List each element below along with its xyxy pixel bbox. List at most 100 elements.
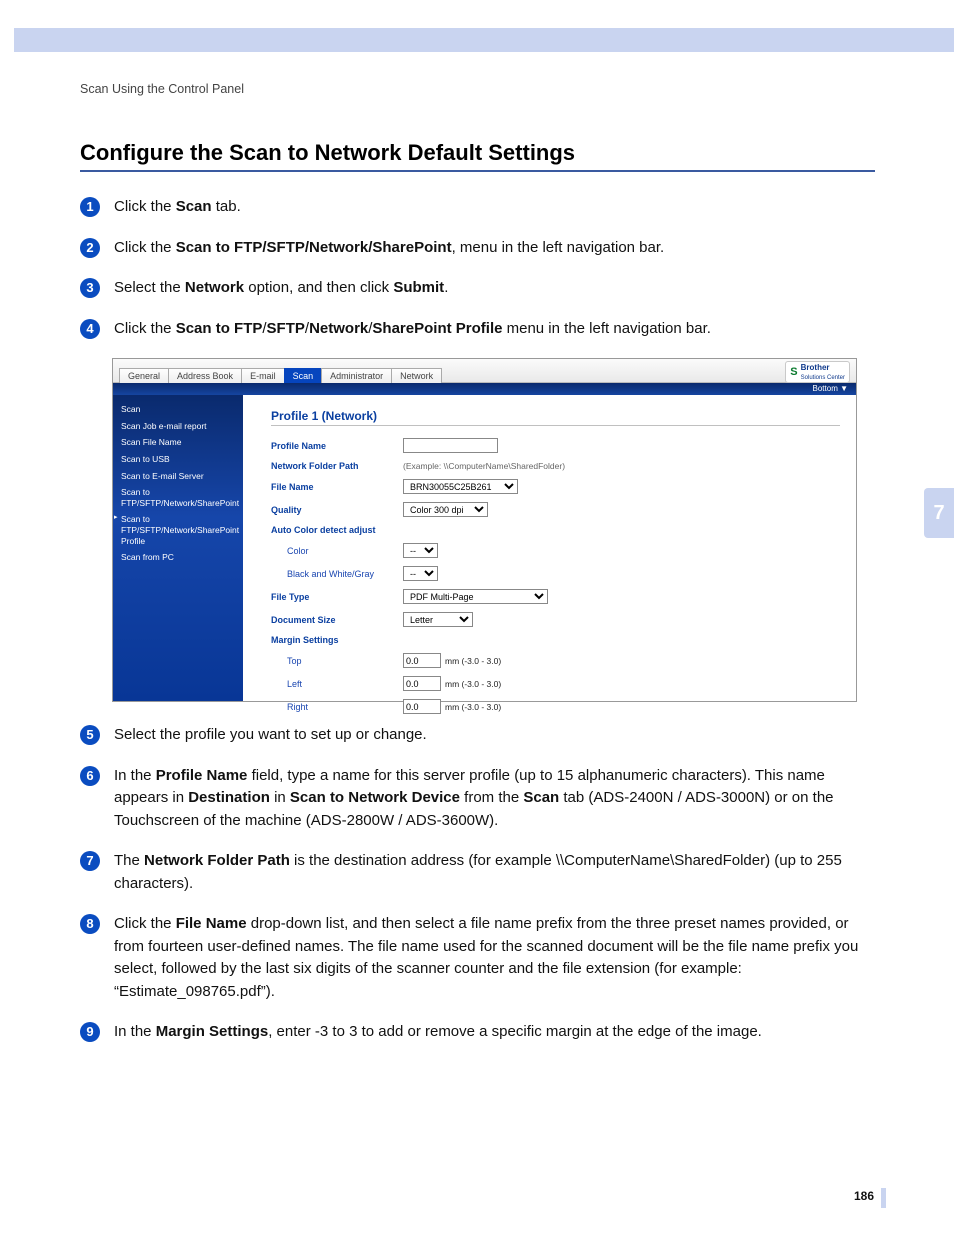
select-doc-size[interactable]: Letter bbox=[403, 612, 473, 627]
s6e: in bbox=[270, 789, 290, 806]
panel-tabs: General Address Book E-mail Scan Adminis… bbox=[113, 359, 856, 383]
step-2-text-b: , menu in the left navigation bar. bbox=[452, 239, 665, 256]
s6a: In the bbox=[114, 767, 156, 784]
sidenav-filename[interactable]: Scan File Name bbox=[117, 434, 239, 451]
page: 7 Scan Using the Control Panel Configure… bbox=[0, 0, 954, 1235]
unit-margin-top: mm (-3.0 - 3.0) bbox=[445, 656, 501, 666]
step-3: 3 Select the Network option, and then cl… bbox=[80, 277, 875, 300]
brother-logo-sub: Solutions Center bbox=[801, 375, 845, 381]
sidenav-pc[interactable]: Scan from PC bbox=[117, 549, 239, 566]
step-1-text-b: tab. bbox=[212, 198, 241, 215]
step-4-b4: SharePoint Profile bbox=[372, 320, 502, 337]
sidenav-ftp-profile[interactable]: Scan to FTP/SFTP/Network/SharePoint Prof… bbox=[117, 511, 239, 549]
label-quality: Quality bbox=[271, 505, 403, 515]
label-autocolor-bw: Black and White/Gray bbox=[271, 569, 403, 579]
step-bullet-2: 2 bbox=[80, 238, 100, 258]
step-4-post: menu in the left navigation bar. bbox=[502, 320, 710, 337]
select-autocolor-color[interactable]: -- bbox=[403, 543, 438, 558]
s6b: Profile Name bbox=[156, 767, 248, 784]
step-1-text-a: Click the bbox=[114, 198, 176, 215]
step-3-mid: option, and then click bbox=[244, 279, 393, 296]
brother-logo[interactable]: S Brother Solutions Center bbox=[785, 361, 850, 383]
panel-tab-general[interactable]: General bbox=[119, 368, 169, 383]
panel-tab-email[interactable]: E-mail bbox=[241, 368, 285, 383]
step-3-b1: Network bbox=[185, 279, 244, 296]
step-9: 9 In the Margin Settings, enter -3 to 3 … bbox=[80, 1021, 875, 1044]
page-number: 186 bbox=[854, 1189, 874, 1203]
title-rule bbox=[80, 170, 875, 172]
select-quality[interactable]: Color 300 dpi bbox=[403, 502, 488, 517]
panel-bottom-bar: Bottom ▼ bbox=[113, 383, 856, 395]
step-bullet-4: 4 bbox=[80, 319, 100, 339]
label-margin: Margin Settings bbox=[271, 635, 403, 645]
step-3-b2: Submit bbox=[393, 279, 444, 296]
sidenav-email[interactable]: Scan to E-mail Server bbox=[117, 468, 239, 485]
label-margin-right: Right bbox=[271, 702, 403, 712]
panel-tab-scan[interactable]: Scan bbox=[284, 368, 323, 383]
step-bullet-1: 1 bbox=[80, 197, 100, 217]
s7a: The bbox=[114, 852, 144, 869]
select-autocolor-bw[interactable]: -- bbox=[403, 566, 438, 581]
sidenav-scanjob[interactable]: Scan Job e-mail report bbox=[117, 418, 239, 435]
input-profile-name[interactable] bbox=[403, 438, 498, 453]
label-margin-top: Top bbox=[271, 656, 403, 666]
s9a: In the bbox=[114, 1023, 156, 1040]
label-doc-size: Document Size bbox=[271, 615, 403, 625]
s6d: Destination bbox=[188, 789, 270, 806]
s6g: from the bbox=[460, 789, 523, 806]
step-4-b2: SFTP bbox=[267, 320, 305, 337]
s7b: Network Folder Path bbox=[144, 852, 290, 869]
step-bullet-7: 7 bbox=[80, 851, 100, 871]
step-2-bold: Scan to FTP/SFTP/Network/SharePoint bbox=[176, 239, 452, 256]
form-title: Profile 1 (Network) bbox=[271, 409, 840, 423]
step-5-text: Select the profile you want to set up or… bbox=[114, 724, 875, 747]
chapter-tab: 7 bbox=[924, 488, 954, 538]
bottom-link[interactable]: Bottom ▼ bbox=[813, 384, 848, 393]
sidenav-scan[interactable]: Scan bbox=[117, 401, 239, 418]
label-file-name: File Name bbox=[271, 482, 403, 492]
step-4-b1: Scan to FTP bbox=[176, 320, 263, 337]
panel-tab-addressbook[interactable]: Address Book bbox=[168, 368, 242, 383]
step-bullet-8: 8 bbox=[80, 914, 100, 934]
sidenav-ftp[interactable]: Scan to FTP/SFTP/Network/SharePoint bbox=[117, 484, 239, 511]
step-bullet-5: 5 bbox=[80, 725, 100, 745]
step-6: 6 In the Profile Name field, type a name… bbox=[80, 765, 875, 833]
step-7: 7 The Network Folder Path is the destina… bbox=[80, 850, 875, 895]
form-divider bbox=[271, 425, 840, 426]
step-3-post: . bbox=[444, 279, 448, 296]
step-bullet-9: 9 bbox=[80, 1022, 100, 1042]
label-autocolor: Auto Color detect adjust bbox=[271, 525, 403, 535]
panel-body: Scan Scan Job e-mail report Scan File Na… bbox=[113, 395, 856, 701]
label-nfp: Network Folder Path bbox=[271, 461, 403, 471]
s8a: Click the bbox=[114, 915, 176, 932]
step-1: 1 Click the Scan tab. bbox=[80, 196, 875, 219]
s9c: , enter -3 to 3 to add or remove a speci… bbox=[268, 1023, 762, 1040]
label-profile-name: Profile Name bbox=[271, 441, 403, 451]
input-margin-right[interactable] bbox=[403, 699, 441, 714]
select-file-type[interactable]: PDF Multi-Page bbox=[403, 589, 548, 604]
panel-tab-admin[interactable]: Administrator bbox=[321, 368, 392, 383]
label-margin-left: Left bbox=[271, 679, 403, 689]
sidenav-usb[interactable]: Scan to USB bbox=[117, 451, 239, 468]
input-margin-left[interactable] bbox=[403, 676, 441, 691]
top-accent-strip bbox=[14, 28, 954, 52]
s6h: Scan bbox=[523, 789, 559, 806]
step-bullet-6: 6 bbox=[80, 766, 100, 786]
step-5: 5 Select the profile you want to set up … bbox=[80, 724, 875, 747]
step-2-text-a: Click the bbox=[114, 239, 176, 256]
brother-logo-text: Brother bbox=[801, 363, 830, 372]
embedded-screenshot: General Address Book E-mail Scan Adminis… bbox=[112, 358, 857, 702]
unit-margin-left: mm (-3.0 - 3.0) bbox=[445, 679, 501, 689]
label-autocolor-color: Color bbox=[271, 546, 403, 556]
step-3-a: Select the bbox=[114, 279, 185, 296]
panel-sidenav: Scan Scan Job e-mail report Scan File Na… bbox=[113, 395, 243, 701]
page-title: Configure the Scan to Network Default Se… bbox=[80, 140, 875, 166]
input-margin-top[interactable] bbox=[403, 653, 441, 668]
brother-logo-icon: S bbox=[790, 366, 797, 378]
step-bullet-3: 3 bbox=[80, 278, 100, 298]
label-file-type: File Type bbox=[271, 592, 403, 602]
content-area: Scan Using the Control Panel Configure t… bbox=[80, 82, 875, 1062]
panel-tab-network[interactable]: Network bbox=[391, 368, 442, 383]
select-file-name[interactable]: BRN30055C25B261 bbox=[403, 479, 518, 494]
page-number-accent bbox=[881, 1188, 886, 1208]
